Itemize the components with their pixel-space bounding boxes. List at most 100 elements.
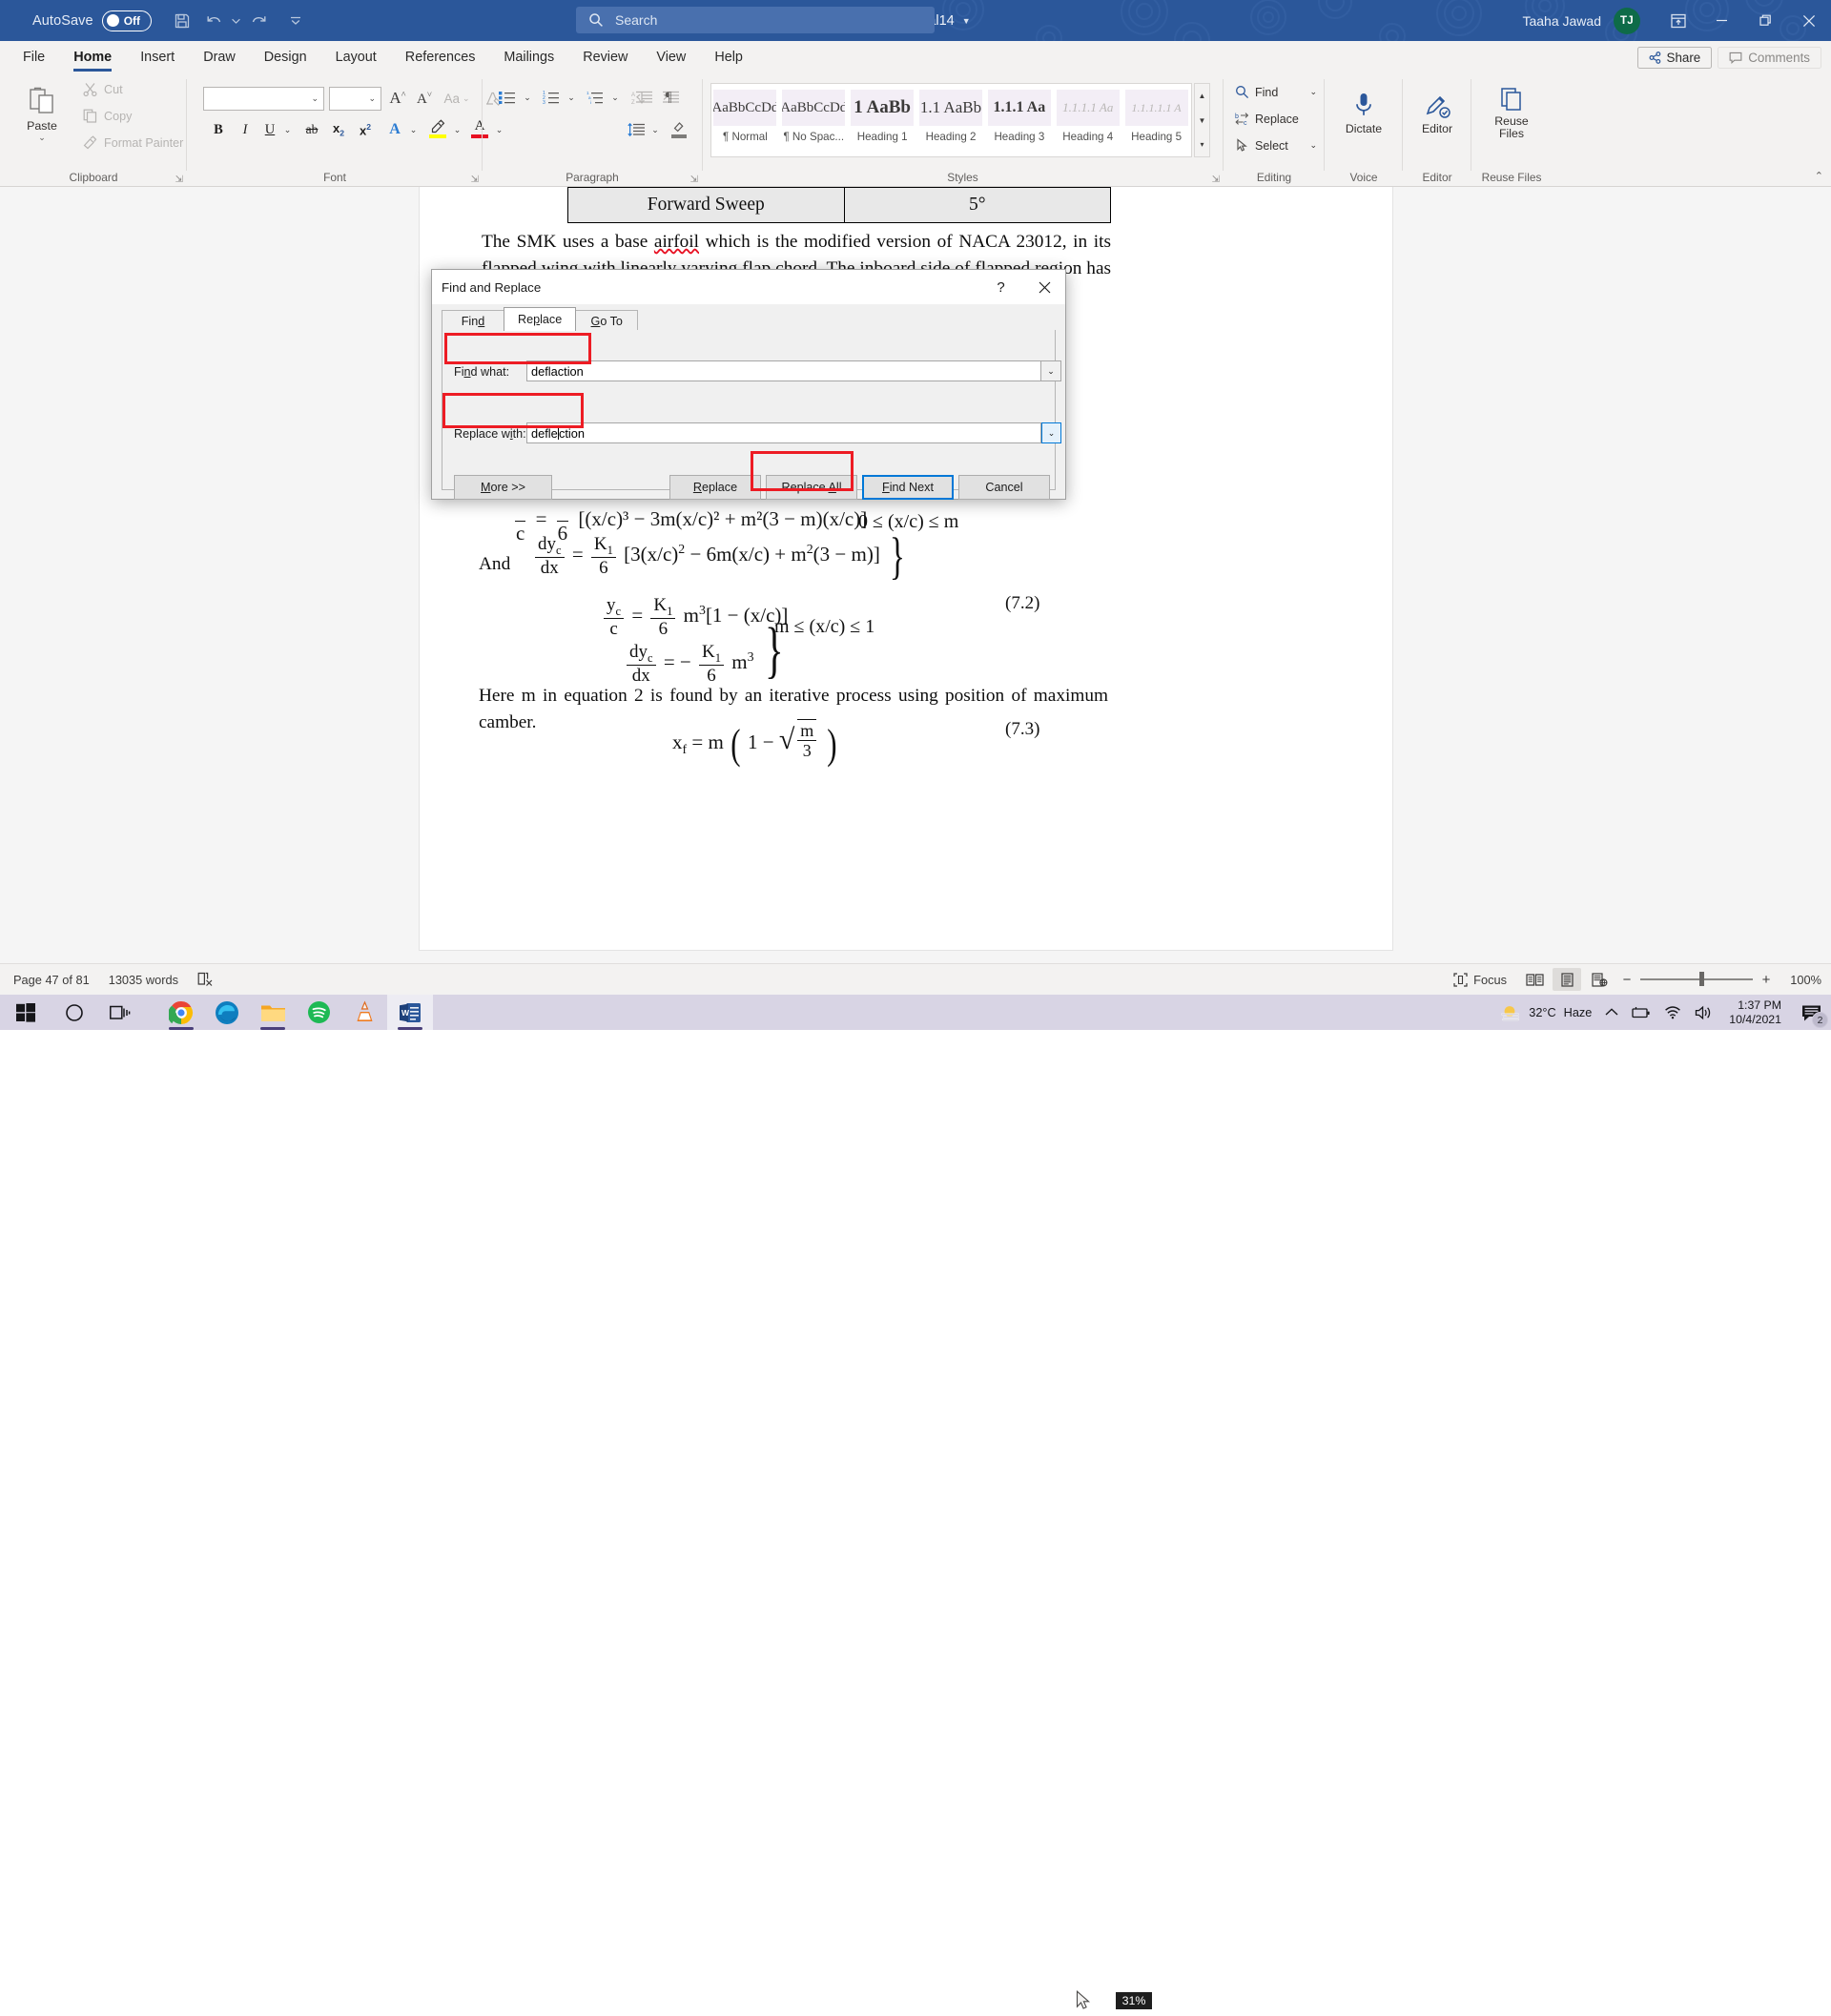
- replace-with-chevron-down-icon[interactable]: ⌄: [1041, 422, 1061, 443]
- comments-button[interactable]: Comments: [1718, 47, 1821, 69]
- find-what-input[interactable]: deflaction: [526, 360, 1041, 381]
- weather-widget[interactable]: 32°C Haze: [1492, 995, 1598, 1030]
- spotify-taskbar-icon[interactable]: [296, 995, 341, 1030]
- cut-button[interactable]: Cut: [80, 81, 126, 97]
- dictate-button[interactable]: Dictate: [1325, 87, 1403, 140]
- edge-taskbar-icon[interactable]: [204, 995, 250, 1030]
- word-taskbar-icon[interactable]: W: [387, 995, 433, 1030]
- collapse-ribbon-icon[interactable]: ⌃: [1815, 170, 1823, 182]
- styles-scroll-down-icon[interactable]: ▼: [1195, 109, 1209, 133]
- text-effects-button[interactable]: A: [383, 117, 406, 142]
- numbering-chevron-down-icon[interactable]: ⌄: [565, 85, 578, 110]
- tab-design[interactable]: Design: [251, 46, 320, 72]
- tab-insert[interactable]: Insert: [127, 46, 188, 72]
- style-item-no-spac[interactable]: AaBbCcDd¶ No Spac...: [780, 84, 849, 156]
- format-painter-button[interactable]: Format Painter: [80, 134, 186, 151]
- find-what-chevron-down-icon[interactable]: ⌄: [1041, 360, 1061, 381]
- paste-chevron-down-icon[interactable]: ⌄: [38, 134, 46, 141]
- paste-button[interactable]: Paste ⌄: [16, 81, 68, 145]
- find-and-replace-dialog[interactable]: Find and Replace ? Find Replace Go To Fi…: [431, 269, 1066, 500]
- increase-font-size-button[interactable]: A˄: [385, 86, 410, 111]
- status-word-count[interactable]: 13035 words: [99, 971, 188, 989]
- copy-button[interactable]: Copy: [80, 108, 134, 124]
- font-size-input[interactable]: ⌄: [329, 87, 381, 111]
- web-layout-button[interactable]: [1585, 968, 1614, 991]
- tab-draw[interactable]: Draw: [190, 46, 249, 72]
- font-dialog-launcher[interactable]: ⇲: [471, 175, 479, 185]
- dialog-help-icon[interactable]: ?: [980, 270, 1021, 304]
- replace-button[interactable]: Replace: [669, 475, 761, 500]
- search-input[interactable]: Search: [576, 7, 935, 33]
- zoom-slider-thumb[interactable]: [1699, 972, 1704, 986]
- select-chevron-down-icon[interactable]: ⌄: [1309, 140, 1317, 151]
- decrease-font-size-button[interactable]: A˅: [412, 86, 437, 111]
- tab-file[interactable]: File: [10, 46, 58, 72]
- bold-button[interactable]: B: [206, 117, 231, 142]
- tab-help[interactable]: Help: [701, 46, 756, 72]
- dialog-tab-replace[interactable]: Replace: [504, 307, 576, 331]
- restore-button[interactable]: [1743, 0, 1787, 41]
- styles-scroll-up-icon[interactable]: ▲: [1195, 84, 1209, 108]
- network-button[interactable]: [1657, 995, 1688, 1030]
- tab-review[interactable]: Review: [569, 46, 641, 72]
- style-item-heading-5[interactable]: 1.1.1.1.1 AHeading 5: [1122, 84, 1191, 156]
- share-button[interactable]: Share: [1637, 47, 1713, 69]
- style-item-heading-3[interactable]: 1.1.1 AaHeading 3: [985, 84, 1054, 156]
- style-item-heading-1[interactable]: 1 AaBbHeading 1: [849, 84, 917, 156]
- find-next-button[interactable]: Find Next: [862, 475, 954, 500]
- subscript-button[interactable]: x2: [326, 117, 351, 142]
- document-title-chevron-down-icon[interactable]: ▼: [962, 16, 971, 26]
- italic-button[interactable]: I: [233, 117, 257, 142]
- customize-qat-icon[interactable]: [280, 7, 312, 35]
- zoom-level-label[interactable]: 100%: [1785, 973, 1821, 987]
- chrome-taskbar-icon[interactable]: [158, 995, 204, 1030]
- undo-icon[interactable]: [198, 7, 230, 35]
- font-name-chevron-down-icon[interactable]: ⌄: [311, 93, 319, 104]
- styles-gallery-scrollbar[interactable]: ▲ ▼ ▾: [1194, 83, 1210, 157]
- replace-all-button[interactable]: Replace All: [766, 475, 857, 500]
- dialog-close-icon[interactable]: [1024, 270, 1065, 304]
- status-proofing[interactable]: [188, 970, 223, 989]
- styles-more-icon[interactable]: ▾: [1195, 133, 1209, 156]
- tab-mailings[interactable]: Mailings: [490, 46, 567, 72]
- replace-button[interactable]: bc Replace: [1231, 110, 1321, 128]
- close-button[interactable]: [1787, 0, 1831, 41]
- minimize-button[interactable]: [1699, 0, 1743, 41]
- undo-dropdown-icon[interactable]: [230, 7, 243, 35]
- find-button[interactable]: Find ⌄: [1231, 83, 1321, 101]
- shading-button[interactable]: [668, 114, 690, 143]
- more-button[interactable]: More >>: [454, 475, 552, 500]
- focus-mode-button[interactable]: Focus: [1444, 971, 1516, 989]
- strikethrough-button[interactable]: ab: [299, 117, 324, 142]
- text-effects-chevron-down-icon[interactable]: ⌄: [406, 117, 421, 142]
- style-item-heading-4[interactable]: 1.1.1.1 AaHeading 4: [1054, 84, 1122, 156]
- line-spacing-button[interactable]: [624, 117, 648, 142]
- highlight-chevron-down-icon[interactable]: ⌄: [450, 117, 464, 142]
- bullets-button[interactable]: [494, 85, 521, 110]
- font-name-input[interactable]: ⌄: [203, 87, 324, 111]
- action-center-button[interactable]: 2: [1791, 995, 1831, 1030]
- editor-button[interactable]: Editor: [1403, 87, 1471, 140]
- redo-icon[interactable]: [243, 7, 275, 35]
- clipboard-dialog-launcher[interactable]: ⇲: [175, 175, 183, 185]
- select-button[interactable]: Select ⌄: [1231, 136, 1321, 154]
- dialog-tab-find[interactable]: Find: [442, 310, 504, 331]
- reuse-files-button[interactable]: Reuse Files: [1471, 81, 1552, 145]
- underline-chevron-down-icon[interactable]: ⌄: [280, 117, 295, 142]
- change-case-chevron-down-icon[interactable]: ⌄: [463, 93, 470, 104]
- text-highlight-button[interactable]: [425, 114, 450, 143]
- save-icon[interactable]: [167, 7, 198, 35]
- find-chevron-down-icon[interactable]: ⌄: [1309, 87, 1317, 97]
- tab-references[interactable]: References: [392, 46, 489, 72]
- zoom-out-button[interactable]: −: [1617, 972, 1636, 988]
- bullets-chevron-down-icon[interactable]: ⌄: [521, 85, 534, 110]
- vlc-taskbar-icon[interactable]: [341, 995, 387, 1030]
- tab-view[interactable]: View: [643, 46, 699, 72]
- show-formatting-marks-button[interactable]: ¶: [656, 85, 681, 110]
- avatar[interactable]: TJ: [1614, 8, 1640, 34]
- battery-button[interactable]: [1625, 995, 1657, 1030]
- replace-with-input[interactable]: deflection: [526, 422, 1041, 443]
- superscript-button[interactable]: x2: [353, 117, 378, 142]
- read-mode-button[interactable]: [1520, 968, 1549, 991]
- ribbon-display-options-icon[interactable]: [1657, 0, 1699, 41]
